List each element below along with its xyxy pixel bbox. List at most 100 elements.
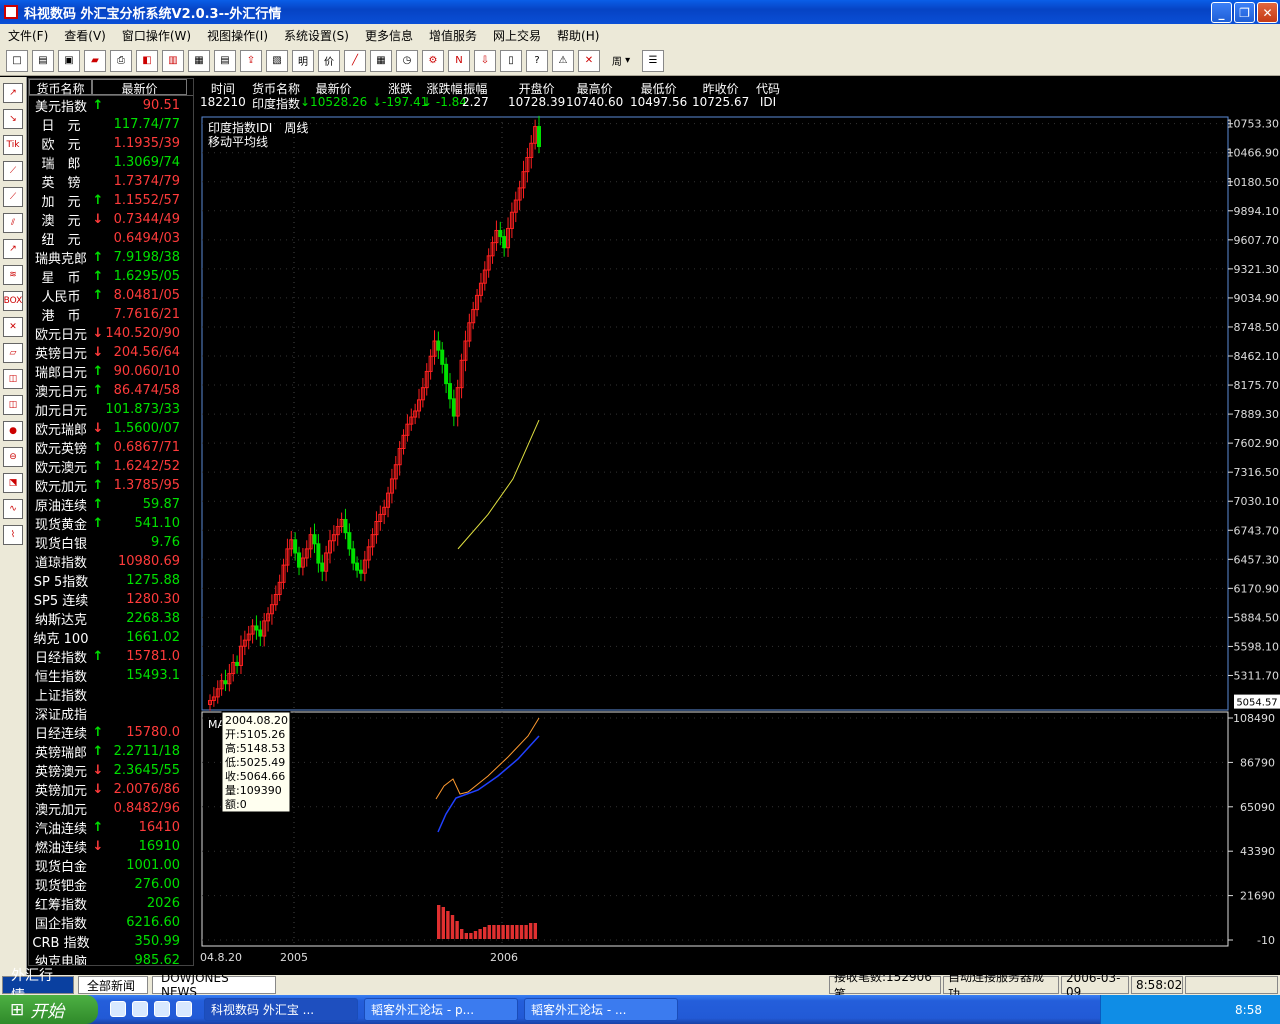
box-icon[interactable]: BOX bbox=[3, 291, 23, 311]
quote-row[interactable]: 澳元加元 0.8482/96 bbox=[29, 799, 193, 818]
table-icon[interactable]: ▦ bbox=[188, 49, 210, 72]
quote-row[interactable]: 瑞典克郎 ↑ 7.9198/38 bbox=[29, 248, 193, 267]
fan-icon[interactable]: ⟋ bbox=[3, 161, 23, 181]
quote-row[interactable]: 瑞郎日元 ↑ 90.060/10 bbox=[29, 362, 193, 381]
quote-row[interactable]: 现货白银 9.76 bbox=[29, 533, 193, 552]
quote-row[interactable]: 现货钯金 276.00 bbox=[29, 875, 193, 894]
task-forum-2[interactable]: 韬客外汇论坛 - ... bbox=[524, 998, 678, 1021]
news-icon[interactable]: N bbox=[448, 49, 470, 72]
quote-row[interactable]: 国企指数 6216.60 bbox=[29, 913, 193, 932]
media-icon[interactable] bbox=[176, 1001, 192, 1017]
open-icon[interactable]: ▤ bbox=[32, 49, 54, 72]
menu-item-8[interactable]: 帮助(H) bbox=[549, 27, 607, 44]
layout-icon[interactable]: ▤ bbox=[214, 49, 236, 72]
quote-row[interactable]: 瑞 郎 1.3069/74 bbox=[29, 153, 193, 172]
menu-item-4[interactable]: 系统设置(S) bbox=[276, 27, 357, 44]
help-icon[interactable]: ? bbox=[526, 49, 548, 72]
window-icon[interactable]: ◧ bbox=[136, 49, 158, 72]
channel-icon[interactable]: ↘ bbox=[3, 109, 23, 129]
maximize-button[interactable]: ❐ bbox=[1234, 2, 1255, 23]
indicator-icon[interactable]: ⌇ bbox=[3, 525, 23, 545]
quote-row[interactable]: 纳斯达克 2268.38 bbox=[29, 609, 193, 628]
quote-row[interactable]: 上证指数 bbox=[29, 685, 193, 704]
quote-row[interactable]: 道琼指数 10980.69 bbox=[29, 552, 193, 571]
price-chart[interactable]: 10753.30 10466.90 10180.50 9894.10 9607.70 93… bbox=[198, 114, 1280, 964]
task-forex-app[interactable]: 科视数码 外汇宝 ... bbox=[204, 998, 358, 1021]
quote-row[interactable]: CRB 指数 350.99 bbox=[29, 932, 193, 951]
start-button[interactable]: ⊞ 开始 bbox=[0, 995, 98, 1024]
quote-row[interactable]: 纽 元 0.6494/03 bbox=[29, 229, 193, 248]
quote-row[interactable]: 汽油连续 ↑ 16410 bbox=[29, 818, 193, 837]
quote-row[interactable]: 恒生指数 15493.1 bbox=[29, 666, 193, 685]
quote-row[interactable]: 人民币 ↑ 8.0481/05 bbox=[29, 286, 193, 305]
menu-item-3[interactable]: 视图操作(I) bbox=[199, 27, 276, 44]
draw-icon[interactable]: ╱ bbox=[344, 49, 366, 72]
quote-row[interactable]: SP 5指数 1275.88 bbox=[29, 571, 193, 590]
quote-row[interactable]: 英 镑 1.7374/79 bbox=[29, 172, 193, 191]
menu-item-5[interactable]: 更多信息 bbox=[357, 27, 421, 44]
quote-row[interactable]: 英镑瑞郎 ↑ 2.2711/18 bbox=[29, 742, 193, 761]
arrow-line-icon[interactable]: ↗ bbox=[3, 239, 23, 259]
wave-icon[interactable]: ∿ bbox=[3, 499, 23, 519]
zoom-icon[interactable]: ⬔ bbox=[3, 473, 23, 493]
quote-row[interactable]: 现货黄金 ↑ 541.10 bbox=[29, 514, 193, 533]
eraser-icon[interactable]: ▱ bbox=[3, 343, 23, 363]
quote-row[interactable]: 英镑澳元 ↓ 2.3645/55 bbox=[29, 761, 193, 780]
quote-row[interactable]: 深证成指 bbox=[29, 704, 193, 723]
quote-row[interactable]: 欧元加元 ↑ 1.3785/95 bbox=[29, 476, 193, 495]
target-icon[interactable]: ● bbox=[3, 421, 23, 441]
tab-forex[interactable]: 外汇行情 bbox=[2, 968, 74, 1004]
header-name[interactable]: 货币名称 bbox=[29, 79, 92, 96]
quote-row[interactable]: 纳克电脑 985.62 bbox=[29, 951, 193, 965]
export-icon[interactable]: ⇪ bbox=[240, 49, 262, 72]
show-desktop-icon[interactable] bbox=[110, 1001, 126, 1017]
close-chart-icon[interactable]: ✕ bbox=[578, 49, 600, 72]
quote-row[interactable]: 燃油连续 ↓ 16910 bbox=[29, 837, 193, 856]
clock-icon[interactable]: ◷ bbox=[396, 49, 418, 72]
graph-icon[interactable]: ◫ bbox=[3, 395, 23, 415]
memo-icon[interactable]: 明 bbox=[292, 49, 314, 72]
close-button[interactable]: ✕ bbox=[1257, 2, 1278, 23]
grid-icon[interactable]: ▦ bbox=[370, 49, 392, 72]
ie-icon[interactable] bbox=[132, 1001, 148, 1017]
list-icon[interactable]: ☰ bbox=[642, 49, 664, 72]
quote-row[interactable]: 港 币 7.7616/21 bbox=[29, 305, 193, 324]
quote-row[interactable]: 日经指数 ↑ 15781.0 bbox=[29, 647, 193, 666]
warning-icon[interactable]: ⚠ bbox=[552, 49, 574, 72]
menu-item-7[interactable]: 网上交易 bbox=[485, 27, 549, 44]
chart-window-icon[interactable]: ▥ bbox=[162, 49, 184, 72]
price-icon[interactable]: 价 bbox=[318, 49, 340, 72]
quote-row[interactable]: 欧元日元 ↓ 140.520/90 bbox=[29, 324, 193, 343]
quote-row[interactable]: 欧元英镑 ↑ 0.6867/71 bbox=[29, 438, 193, 457]
menu-item-1[interactable]: 查看(V) bbox=[56, 27, 114, 44]
quote-row[interactable]: 日 元 117.74/77 bbox=[29, 115, 193, 134]
quote-row[interactable]: 澳 元 ↓ 0.7344/49 bbox=[29, 210, 193, 229]
quote-row[interactable]: 英镑日元 ↓ 204.56/64 bbox=[29, 343, 193, 362]
print-icon[interactable]: ⎙ bbox=[110, 49, 132, 72]
minimize-button[interactable]: _ bbox=[1211, 2, 1232, 23]
minus-icon[interactable]: ⊖ bbox=[3, 447, 23, 467]
panel-icon[interactable]: ▯ bbox=[500, 49, 522, 72]
quote-row[interactable]: 原油连续 ↑ 59.87 bbox=[29, 495, 193, 514]
period-select[interactable]: 周 ▾ bbox=[604, 49, 638, 72]
menu-item-2[interactable]: 窗口操作(W) bbox=[114, 27, 199, 44]
quote-row[interactable]: 澳元日元 ↑ 86.474/58 bbox=[29, 381, 193, 400]
quote-row[interactable]: 星 币 ↑ 1.6295/05 bbox=[29, 267, 193, 286]
header-price[interactable]: 最新价 bbox=[92, 79, 187, 96]
save-icon[interactable]: ▣ bbox=[58, 49, 80, 72]
quote-row[interactable]: 现货白金 1001.00 bbox=[29, 856, 193, 875]
ray-icon[interactable]: ⟋ bbox=[3, 187, 23, 207]
menu-item-6[interactable]: 增值服务 bbox=[421, 27, 485, 44]
quote-row[interactable]: 欧元澳元 ↑ 1.6242/52 bbox=[29, 457, 193, 476]
quote-row[interactable]: 美元指数 ↑ 90.51 bbox=[29, 96, 193, 115]
parallel-icon[interactable]: ⫽ bbox=[3, 213, 23, 233]
quote-row[interactable]: 英镑加元 ↓ 2.0076/86 bbox=[29, 780, 193, 799]
tick-icon[interactable]: Tik bbox=[3, 135, 23, 155]
quote-row[interactable]: 日经连续 ↑ 15780.0 bbox=[29, 723, 193, 742]
quote-row[interactable]: 红筹指数 2026 bbox=[29, 894, 193, 913]
quote-row[interactable]: 加 元 ↑ 1.1552/57 bbox=[29, 191, 193, 210]
down-icon[interactable]: ⇩ bbox=[474, 49, 496, 72]
tab-news[interactable]: 全部新闻 bbox=[78, 976, 148, 994]
delete-draw-icon[interactable]: ✕ bbox=[3, 317, 23, 337]
new-icon[interactable]: □ bbox=[6, 49, 28, 72]
